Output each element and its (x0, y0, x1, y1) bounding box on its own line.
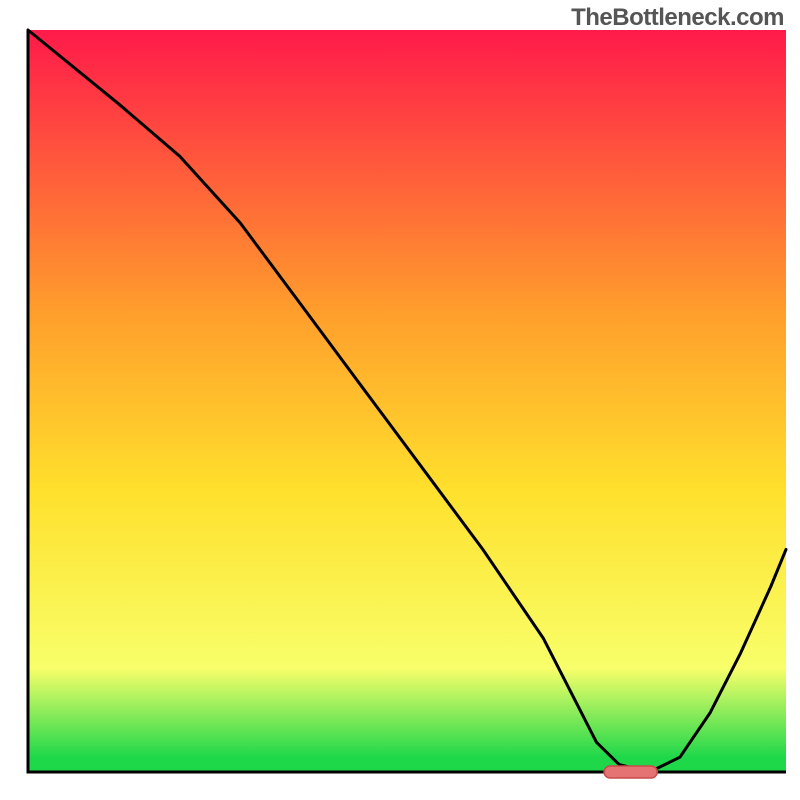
optimal-marker (604, 766, 657, 778)
plot-background (28, 30, 786, 772)
bottleneck-chart (0, 0, 800, 800)
chart-frame: TheBottleneck.com (0, 0, 800, 800)
